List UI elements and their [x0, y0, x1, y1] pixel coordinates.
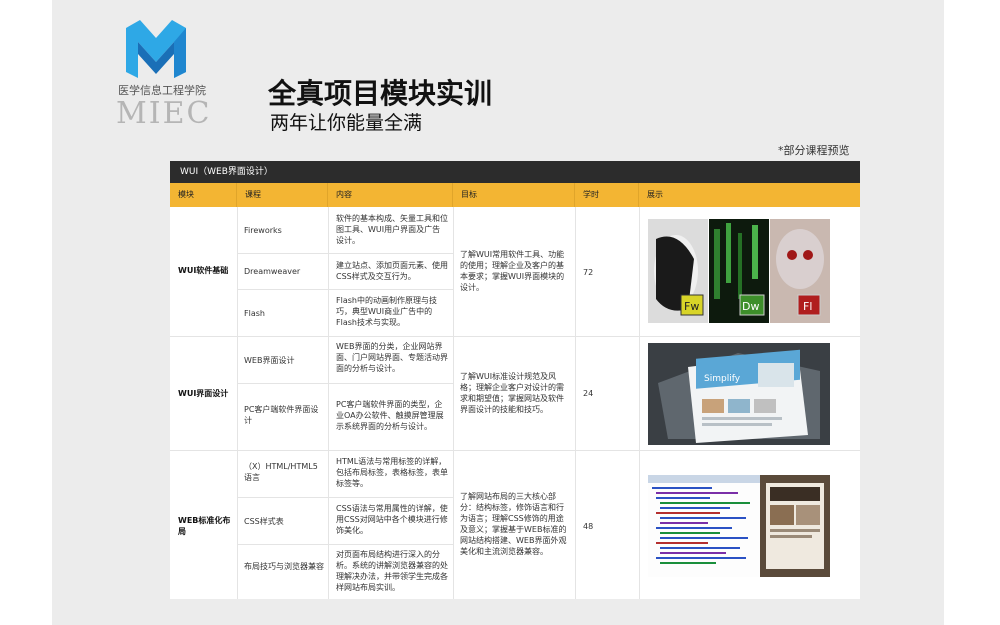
- grid-line: [237, 207, 238, 599]
- course-content: HTML语法与常用标签的详解，包括布局标签，表格标签，表单标签等。: [336, 457, 448, 488]
- course-divider: [237, 497, 453, 498]
- svg-text:Dw: Dw: [742, 300, 759, 313]
- table-title: WUI（WEB界面设计）: [180, 167, 273, 177]
- module-hours: 48: [583, 522, 594, 531]
- course-content: WEB界面的分类，企业网站界面、门户网站界面、专题活动界面的分析与设计。: [336, 342, 448, 373]
- header-target: 目标: [453, 183, 575, 207]
- header-content: 内容: [328, 183, 453, 207]
- module-target: 了解WUI常用软件工具、功能的使用；理解企业及客户的基本要求；掌握WUI界面模块…: [460, 250, 565, 292]
- course-divider: [237, 253, 453, 254]
- code-editor-image: [648, 475, 830, 577]
- course-name: （X）HTML/HTML5语言: [244, 462, 318, 482]
- course-content: Flash中的动画制作原理与技巧，典型WUI商业广告中的Flash技术与实现。: [336, 296, 437, 327]
- module-name: WUI界面设计: [178, 389, 229, 398]
- table-header: 模块 课程 内容 目标 学时 展示: [170, 183, 860, 207]
- course-content: 建立站点、添加页面元素、使用CSS样式及交互行为。: [336, 261, 448, 281]
- page-subtitle: 两年让你能量全满: [270, 112, 423, 134]
- header-course: 课程: [237, 183, 328, 207]
- preview-note: *部分课程预览: [778, 144, 850, 157]
- course-content: CSS语法与常用属性的详解，使用CSS对网站中各个模块进行修饰美化。: [336, 504, 448, 535]
- module-name: WEB标准化布局: [178, 516, 231, 536]
- grid-line: [575, 207, 576, 599]
- course-name: PC客户端软件界面设计: [244, 405, 319, 425]
- svg-text:Fw: Fw: [684, 300, 699, 313]
- course-name: CSS样式表: [244, 517, 284, 526]
- left-margin: [0, 0, 52, 625]
- grid-line: [453, 207, 454, 599]
- course-content: 软件的基本构成、矢量工具和位图工具、WUI用户界面及广告设计。: [336, 214, 448, 245]
- row-divider: [170, 450, 860, 451]
- website-design-image: Simplify: [648, 343, 830, 445]
- course-name: Dreamweaver: [244, 267, 301, 276]
- module-target: 了解网站布局的三大核心部分：结构标签，修饰语言和行为语言；理解CSS修饰的用途及…: [460, 492, 567, 556]
- course-content: PC客户端软件界面的类型，企业OA办公软件、触摸屏管理展示系统界面的分析与设计。: [336, 400, 444, 431]
- module-target: 了解WUI标准设计规范及风格；理解企业客户对设计的需求和期望值；掌握网站及软件界…: [460, 372, 564, 414]
- course-divider: [237, 544, 453, 545]
- grid-line: [639, 207, 640, 599]
- header-showcase: 展示: [647, 190, 663, 199]
- course-name: 布局技巧与浏览器兼容: [244, 562, 324, 571]
- table-title-bar: WUI（WEB界面设计）: [170, 161, 860, 183]
- module-hours: 24: [583, 389, 594, 398]
- right-margin: [944, 0, 1000, 625]
- grid-line: [328, 207, 329, 599]
- logo-english-name: MIEC: [116, 96, 212, 131]
- course-name: Flash: [244, 309, 265, 318]
- page-title: 全真项目模块实训: [268, 77, 493, 110]
- course-divider: [237, 289, 453, 290]
- module-hours: 72: [583, 268, 594, 277]
- svg-text:Simplify: Simplify: [704, 374, 741, 384]
- header-module: 模块: [170, 183, 237, 207]
- module-name: WUI软件基础: [178, 266, 229, 275]
- row-divider: [170, 336, 860, 337]
- adobe-cs-apps-image: Fw Dw Fl: [648, 219, 830, 323]
- svg-text:Fl: Fl: [803, 300, 812, 313]
- course-divider: [237, 383, 453, 384]
- course-content: 对页面布局结构进行深入的分析。系统的讲解浏览器兼容的处理解决办法，并带领学生完成…: [336, 550, 448, 592]
- course-name: WEB界面设计: [244, 356, 295, 365]
- course-table: WUI（WEB界面设计） 模块 课程 内容 目标 学时 展示 WUI软件基础 F…: [170, 161, 860, 599]
- course-name: Fireworks: [244, 226, 282, 235]
- header-hours: 学时: [575, 183, 639, 207]
